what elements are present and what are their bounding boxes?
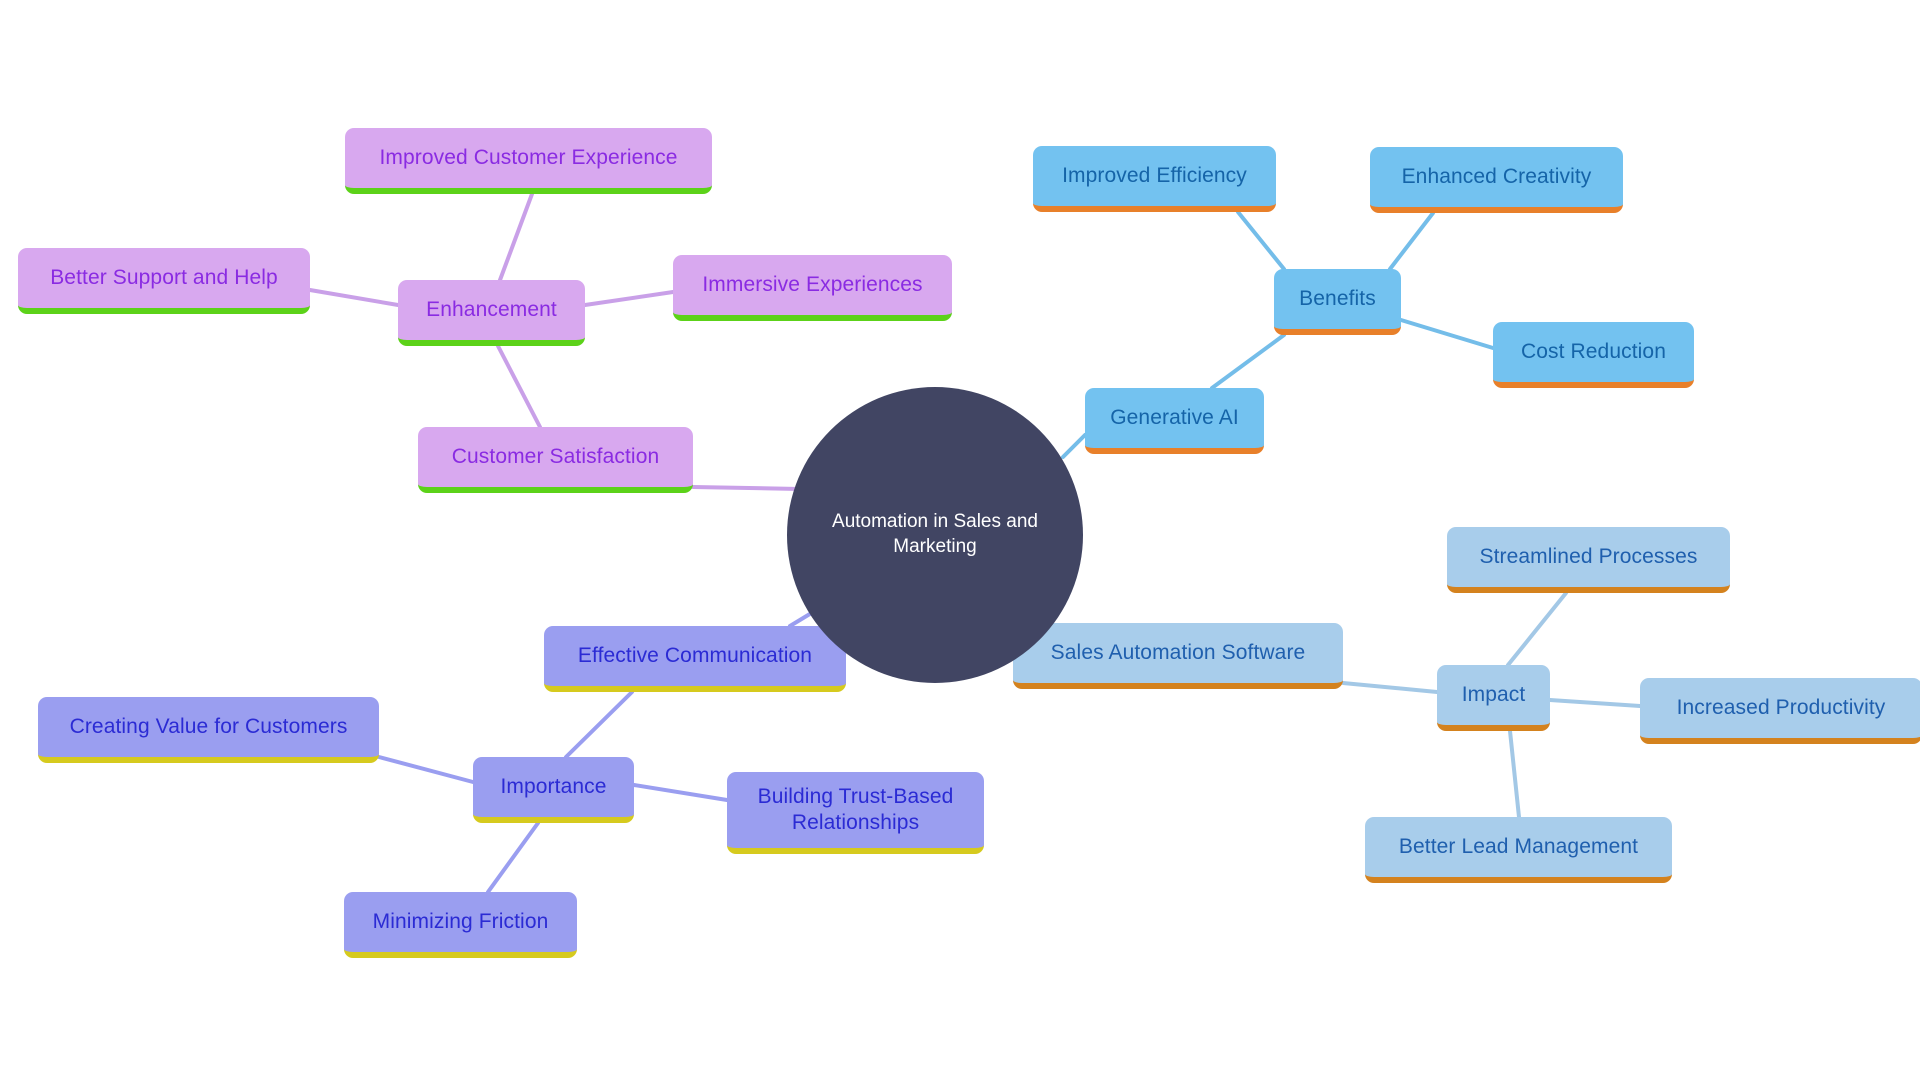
edge-effective-communication-to-importance — [564, 690, 634, 759]
edge-customer-satisfaction-to-enhancement — [496, 344, 542, 429]
node-improved-efficiency[interactable]: Improved Efficiency — [1033, 146, 1276, 212]
edge-enhancement-to-better-support — [308, 288, 400, 307]
node-improved-customer-experience[interactable]: Improved Customer Experience — [345, 128, 712, 194]
root-node-central-topic[interactable]: Automation in Sales and Marketing — [787, 387, 1083, 683]
node-increased-productivity[interactable]: Increased Productivity — [1640, 678, 1920, 744]
node-importance[interactable]: Importance — [473, 757, 634, 823]
node-immersive-experiences[interactable]: Immersive Experiences — [673, 255, 952, 321]
node-effective-communication[interactable]: Effective Communication — [544, 626, 846, 692]
edge-enhancement-to-improved-customer-experience — [498, 192, 534, 282]
node-building-trust-based-relationships[interactable]: Building Trust-Based Relationships — [727, 772, 984, 854]
node-minimizing-friction[interactable]: Minimizing Friction — [344, 892, 577, 958]
node-cost-reduction[interactable]: Cost Reduction — [1493, 322, 1694, 388]
node-better-support-and-help[interactable]: Better Support and Help — [18, 248, 310, 314]
edge-root-to-customer-satisfaction — [691, 485, 802, 491]
mindmap-canvas: Improved Customer Experience Better Suppo… — [0, 0, 1920, 1080]
edge-importance-to-building-trust — [632, 783, 729, 802]
edge-generative-ai-to-benefits — [1210, 333, 1286, 390]
node-enhanced-creativity[interactable]: Enhanced Creativity — [1370, 147, 1623, 213]
node-sales-automation-software[interactable]: Sales Automation Software — [1013, 623, 1343, 689]
edge-benefits-to-improved-efficiency — [1236, 210, 1286, 271]
edge-impact-to-streamlined-processes — [1506, 591, 1568, 667]
node-impact[interactable]: Impact — [1437, 665, 1550, 731]
edge-importance-to-creating-value — [377, 755, 475, 784]
edge-importance-to-minimizing-friction — [486, 821, 540, 894]
edge-benefits-to-enhanced-creativity — [1388, 211, 1435, 271]
node-customer-satisfaction[interactable]: Customer Satisfaction — [418, 427, 693, 493]
edge-sales-automation-to-impact — [1341, 681, 1439, 694]
node-enhancement[interactable]: Enhancement — [398, 280, 585, 346]
edge-benefits-to-cost-reduction — [1399, 318, 1495, 350]
node-streamlined-processes[interactable]: Streamlined Processes — [1447, 527, 1730, 593]
node-generative-ai[interactable]: Generative AI — [1085, 388, 1264, 454]
edge-impact-to-better-lead-management — [1508, 729, 1521, 819]
node-creating-value-for-customers[interactable]: Creating Value for Customers — [38, 697, 379, 763]
edge-enhancement-to-immersive — [583, 290, 675, 307]
edge-root-to-generative-ai — [1061, 433, 1087, 459]
node-benefits[interactable]: Benefits — [1274, 269, 1401, 335]
node-better-lead-management[interactable]: Better Lead Management — [1365, 817, 1672, 883]
edge-impact-to-increased-productivity — [1548, 698, 1642, 708]
